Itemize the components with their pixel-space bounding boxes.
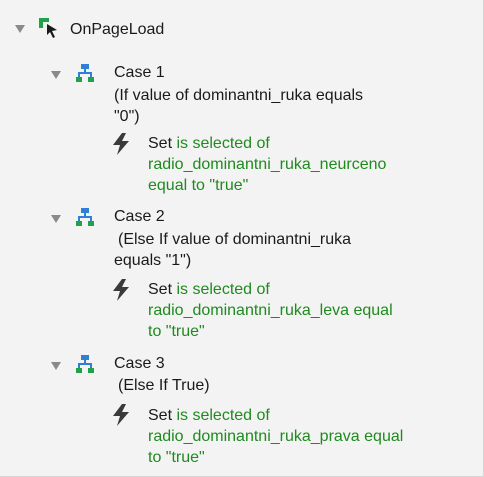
event-cursor-icon [39,18,57,38]
case-3-action-line-1: Set is selected of [148,405,403,426]
lightning-icon [113,404,129,426]
case-1-action-property: is selected of [176,135,270,152]
case-3-action[interactable]: Set is selected of radio_dominantni_ruka… [148,405,403,468]
case-1-title[interactable]: Case 1 [114,62,165,83]
case-2-condition-line-1: (Else If value of dominantni_ruka [118,231,352,248]
case-2-action-verb: Set [148,281,173,298]
case-3-action-target: radio_dominantni_ruka_prava equal [148,428,404,445]
case-3-expand-triangle-icon[interactable] [50,360,62,372]
case-branch-icon [76,355,94,373]
interaction-tree-panel: OnPageLoad Case 1 (If value of dominantn… [0,0,484,477]
root-event-label[interactable]: OnPageLoad [70,19,164,40]
case-2-action-property: is selected of [176,281,270,298]
root-expand-triangle-icon[interactable] [14,23,26,35]
case-2-action-value: to "true" [148,323,205,340]
case-3-condition-line-1: (Else If True) [118,377,210,394]
case-branch-icon [76,208,94,226]
case-2-expand-triangle-icon[interactable] [50,213,62,225]
case-1-action-value: equal to "true" [148,177,249,194]
case-3-action-verb: Set [148,407,173,424]
lightning-icon [113,133,129,155]
lightning-icon [113,279,129,301]
case-2-title[interactable]: Case 2 [114,206,165,227]
case-branch-icon [76,64,94,82]
case-2-condition-line-2: equals "1") [114,252,192,269]
case-3-action-property: is selected of [176,407,270,424]
case-1-action[interactable]: Set is selected of radio_dominantni_ruka… [148,133,386,196]
case-2-action-line-1: Set is selected of [148,279,393,300]
case-1-action-line-1: Set is selected of [148,133,386,154]
case-1-condition-line-1: (If value of dominantni_ruka equals [114,87,364,104]
case-1-action-target: radio_dominantni_ruka_neurceno [148,156,387,173]
case-3-title[interactable]: Case 3 [114,353,165,374]
case-2-action[interactable]: Set is selected of radio_dominantni_ruka… [148,279,393,342]
case-1-action-verb: Set [148,135,173,152]
case-1-condition-line-2: "0") [114,108,140,125]
case-1-expand-triangle-icon[interactable] [50,69,62,81]
case-2-action-target: radio_dominantni_ruka_leva equal [148,302,393,319]
case-3-action-value: to "true" [148,449,205,466]
